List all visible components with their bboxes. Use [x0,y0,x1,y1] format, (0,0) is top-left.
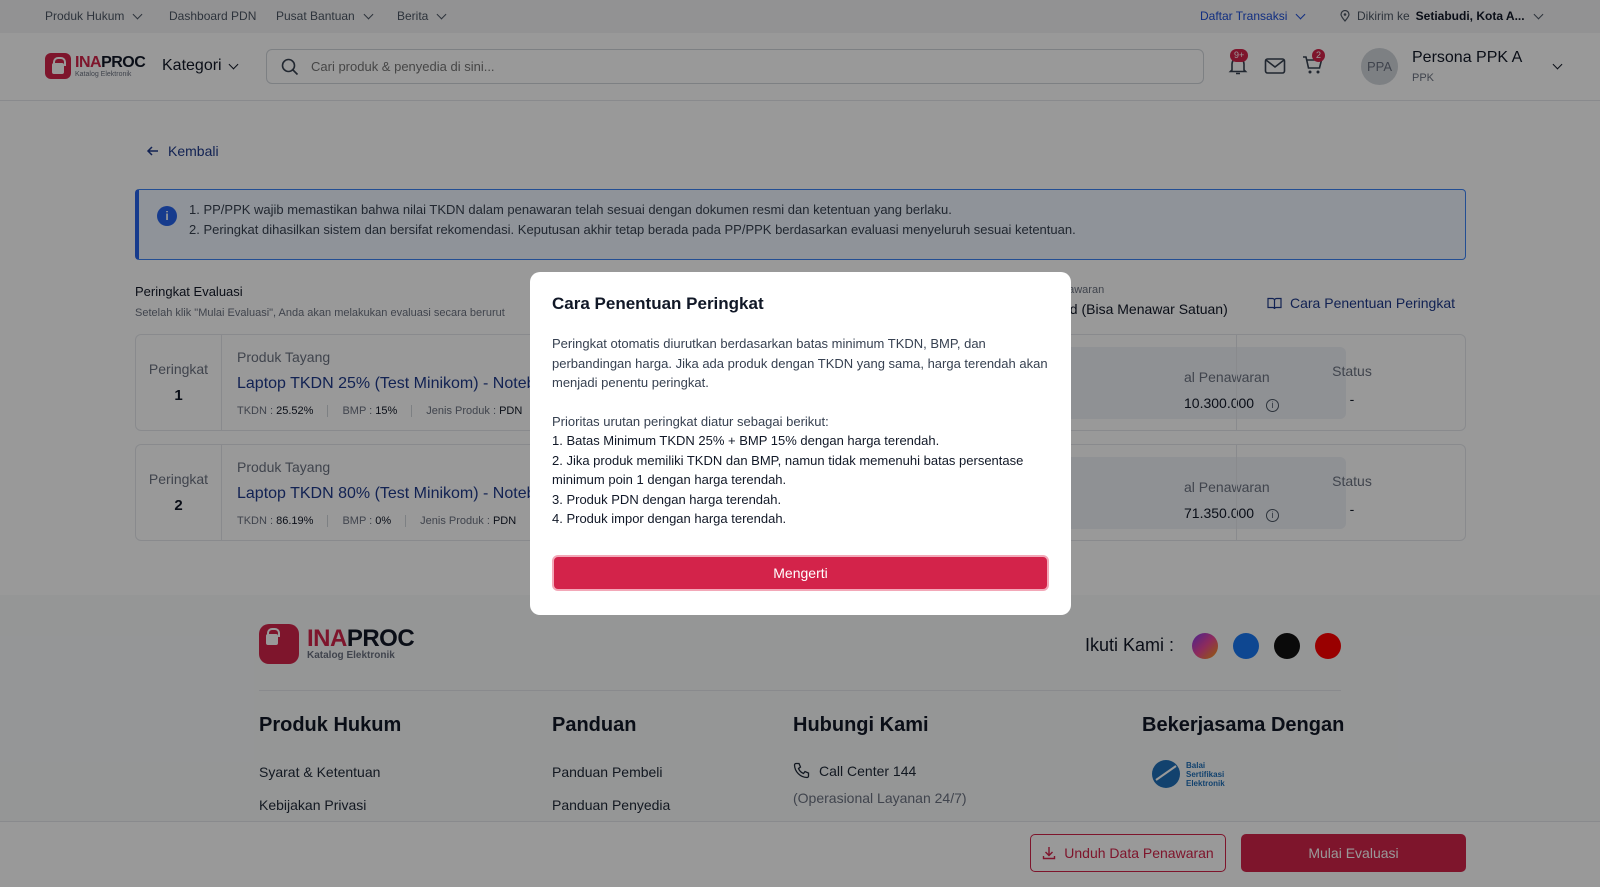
list-item: 2. Jika produk memiliki TKDN dan BMP, na… [552,452,1024,488]
understood-button[interactable]: Mengerti [552,555,1049,591]
understood-label: Mengerti [773,565,828,581]
modal-title: Cara Penentuan Peringkat [552,294,764,313]
list-item: 4. Produk impor dengan harga terendah. [552,511,787,526]
modal-priority-heading: Prioritas urutan peringkat diatur sebaga… [552,413,829,429]
list-item: 1. Batas Minimum TKDN 25% + BMP 15% deng… [552,433,940,448]
list-item: 3. Produk PDN dengan harga terendah. [552,491,782,507]
modal-intro: Peringkat otomatis diurutkan berdasarkan… [552,336,1048,390]
ranking-method-modal: Cara Penentuan Peringkat Peringkat otoma… [530,272,1071,615]
modal-priority-list: 1. Batas Minimum TKDN 25% + BMP 15% deng… [552,431,1049,529]
